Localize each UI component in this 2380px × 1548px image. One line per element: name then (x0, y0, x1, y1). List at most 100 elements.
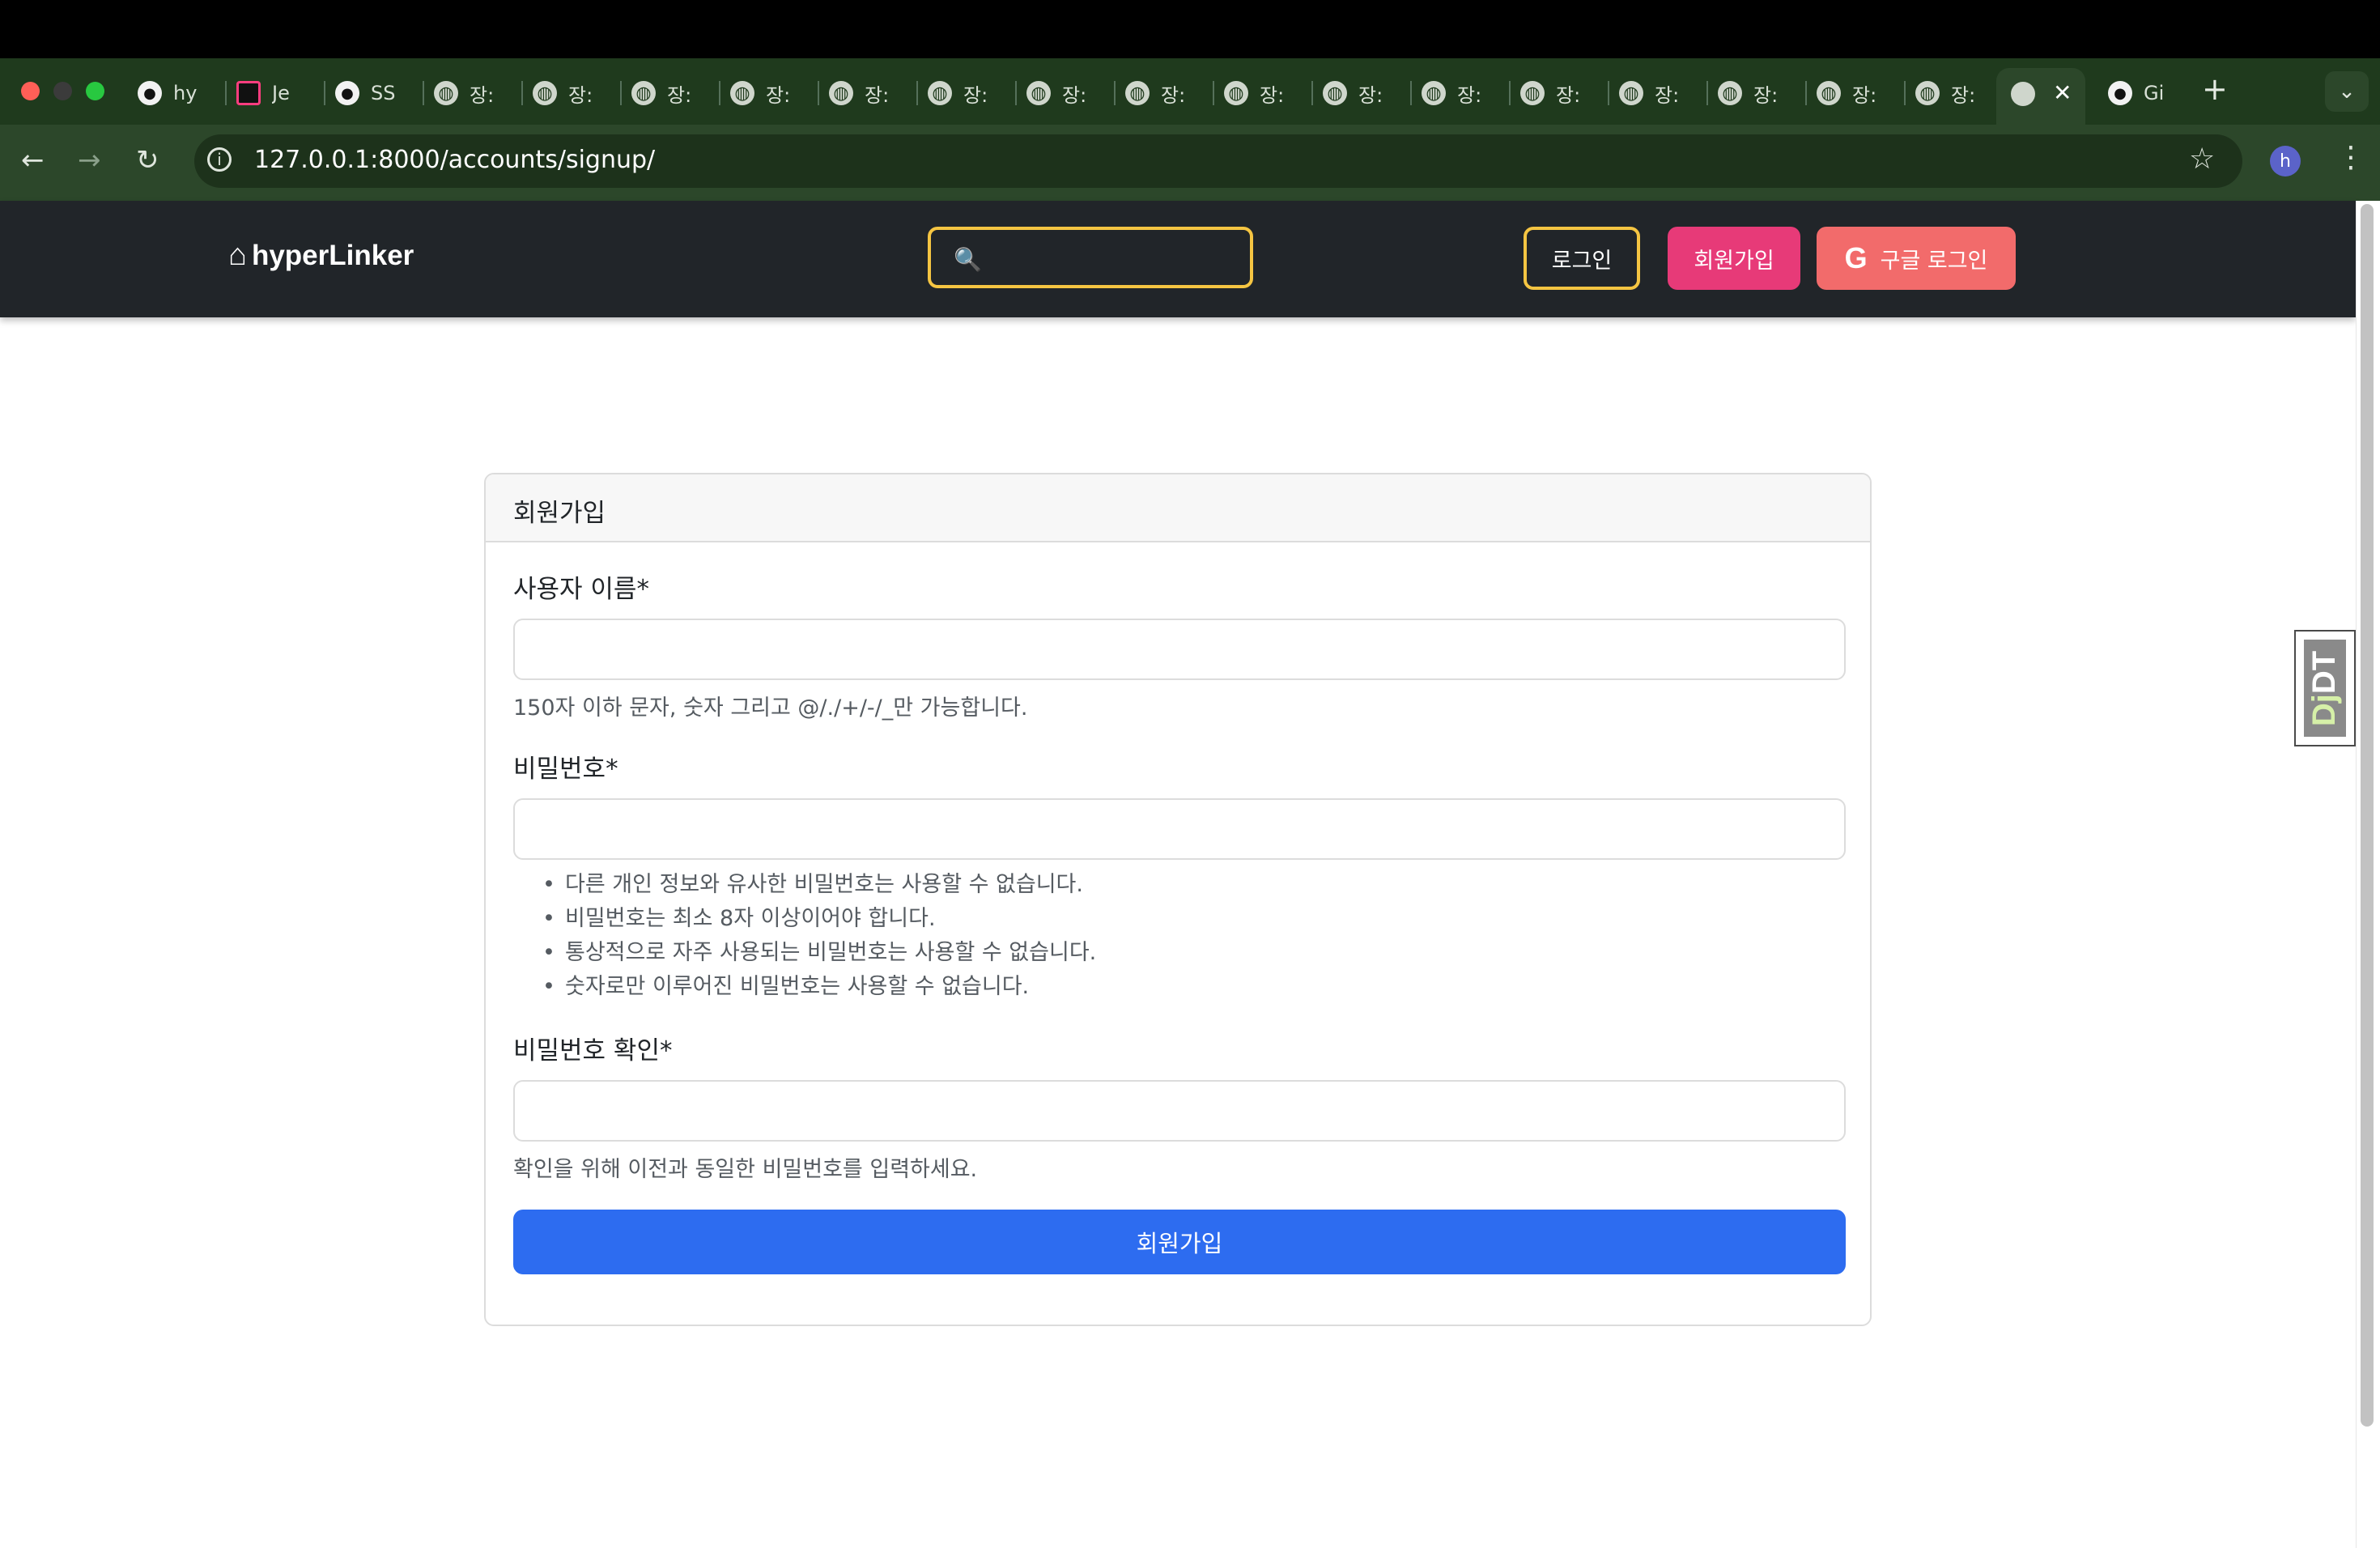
tab-github[interactable]: ● Gi (2108, 68, 2173, 118)
tab-separator (1904, 81, 1906, 105)
globe-icon: ◍ (928, 81, 952, 105)
tab-item[interactable]: ◍ 장: (1125, 68, 1190, 118)
tab-separator (1805, 81, 1807, 105)
url-text[interactable]: 127.0.0.1:8000/accounts/signup/ (254, 146, 655, 174)
tab-search-button[interactable]: ⌄ (2325, 71, 2369, 112)
signup-card: 회원가입 사용자 이름* 150자 이하 문자, 숫자 그리고 @/./+/-/… (484, 473, 1872, 1326)
globe-icon: ◍ (1026, 81, 1051, 105)
password-rule: 비밀번호는 최소 8자 이상이어야 합니다. (513, 902, 1096, 936)
username-input[interactable] (513, 619, 1846, 680)
tab-separator (620, 81, 622, 105)
tab-title: 장: (1457, 83, 1482, 107)
minimize-window-button[interactable] (53, 82, 72, 100)
password-input[interactable] (513, 798, 1846, 860)
tab-item[interactable]: ◍ 장: (631, 68, 696, 118)
google-login-label: 구글 로그인 (1880, 248, 1988, 274)
username-label: 사용자 이름* (513, 575, 649, 604)
back-icon[interactable]: ← (21, 144, 45, 176)
tab-item[interactable]: ◍ 장: (928, 68, 992, 118)
tab-title: 장: (1161, 83, 1186, 107)
tab-item[interactable]: ◍ 장: (434, 68, 499, 118)
globe-icon: ◍ (631, 81, 656, 105)
tab-separator (1706, 81, 1708, 105)
tab-item[interactable]: ◍ 장: (533, 68, 597, 118)
tab-title: 장: (1655, 83, 1680, 107)
tab-item[interactable]: ◍ 장: (1915, 68, 1980, 118)
password-label: 비밀번호* (513, 755, 618, 784)
scrollbar-thumb[interactable] (2361, 204, 2374, 1427)
maximize-window-button[interactable] (86, 82, 104, 100)
tab-title: 장: (1358, 83, 1383, 107)
tab-separator (324, 81, 325, 105)
google-icon: G (1844, 241, 1868, 274)
bookmark-star-icon[interactable]: ☆ (2189, 142, 2215, 176)
globe-icon: ◍ (1619, 81, 1643, 105)
tab-title: 장: (766, 83, 791, 107)
globe-icon: ◍ (829, 81, 853, 105)
new-tab-button[interactable]: + (2202, 71, 2228, 107)
forward-icon[interactable]: → (78, 144, 101, 176)
site-search-box[interactable]: 🔍 (928, 227, 1253, 288)
tab-active[interactable]: ✕ (1996, 68, 2085, 125)
tab-separator (818, 81, 819, 105)
tab-item[interactable]: ● hy (138, 68, 202, 118)
tab-item[interactable]: ◍ 장: (829, 68, 894, 118)
close-tab-icon[interactable]: ✕ (2053, 79, 2072, 106)
profile-avatar[interactable]: h (2270, 146, 2301, 176)
tab-separator (1509, 81, 1511, 105)
tab-item[interactable]: ◍ 장: (1422, 68, 1486, 118)
tab-separator (719, 81, 720, 105)
tab-item[interactable]: ◍ 장: (1619, 68, 1684, 118)
password-rule: 다른 개인 정보와 유사한 비밀번호는 사용할 수 없습니다. (513, 868, 1096, 902)
more-menu-icon[interactable]: ⋮ (2336, 141, 2365, 174)
google-login-button[interactable]: G 구글 로그인 (1817, 227, 2016, 290)
username-help: 150자 이하 문자, 숫자 그리고 @/./+/-/_만 가능합니다. (513, 695, 1028, 721)
tab-separator (1608, 81, 1609, 105)
signup-submit-button[interactable]: 회원가입 (513, 1210, 1846, 1274)
github-icon: ● (138, 81, 162, 105)
password-confirm-input[interactable] (513, 1080, 1846, 1142)
globe-icon: ◍ (1323, 81, 1347, 105)
tab-item[interactable]: ◍ 장: (1718, 68, 1783, 118)
tab-separator (1311, 81, 1313, 105)
card-header: 회원가입 (486, 474, 1870, 542)
tab-separator (916, 81, 918, 105)
tab-title: Je (272, 82, 290, 104)
djdt-text-dj: Dj (2306, 693, 2343, 726)
tab-item[interactable]: ◍ 장: (1520, 68, 1585, 118)
globe-icon: ◍ (1125, 81, 1150, 105)
django-debug-toolbar-handle[interactable]: DjDT (2294, 630, 2356, 746)
password-rules-list: 다른 개인 정보와 유사한 비밀번호는 사용할 수 없습니다. 비밀번호는 최소… (513, 868, 1096, 1004)
tab-item[interactable]: Je (236, 68, 301, 118)
brand-logo[interactable]: ⌂ hyperLinker (228, 238, 414, 273)
globe-icon: ◍ (1520, 81, 1545, 105)
github-icon: ● (335, 81, 359, 105)
djdt-badge: DjDT (2304, 640, 2346, 737)
search-icon: 🔍 (954, 246, 982, 273)
login-button[interactable]: 로그인 (1524, 227, 1640, 290)
tab-item[interactable]: ◍ 장: (1224, 68, 1289, 118)
tab-item[interactable]: ◍ 장: (730, 68, 795, 118)
globe-icon: ◍ (1817, 81, 1841, 105)
globe-icon: ◍ (1224, 81, 1248, 105)
close-window-button[interactable] (21, 82, 40, 100)
tab-title: 장: (1951, 83, 1976, 107)
tab-item[interactable]: ● SS (335, 68, 400, 118)
tab-item[interactable]: ◍ 장: (1323, 68, 1388, 118)
password-confirm-help: 확인을 위해 이전과 동일한 비밀번호를 입력하세요. (513, 1157, 978, 1182)
signup-nav-button[interactable]: 회원가입 (1668, 227, 1800, 290)
site-search-input[interactable] (988, 238, 1242, 279)
github-icon: ● (2108, 81, 2132, 105)
tab-title: 장: (1753, 83, 1779, 107)
tab-item[interactable]: ◍ 장: (1026, 68, 1091, 118)
tab-separator (225, 81, 227, 105)
tab-title: 장: (1062, 83, 1087, 107)
tab-title: 장: (865, 83, 890, 107)
tab-title: 장: (470, 83, 495, 107)
tab-title: 장: (963, 83, 988, 107)
reload-icon[interactable]: ↻ (136, 144, 159, 176)
djdt-text-dt: DT (2306, 650, 2343, 694)
tab-item[interactable]: ◍ 장: (1817, 68, 1881, 118)
site-info-icon[interactable]: i (207, 147, 232, 172)
globe-icon: ◍ (1422, 81, 1446, 105)
